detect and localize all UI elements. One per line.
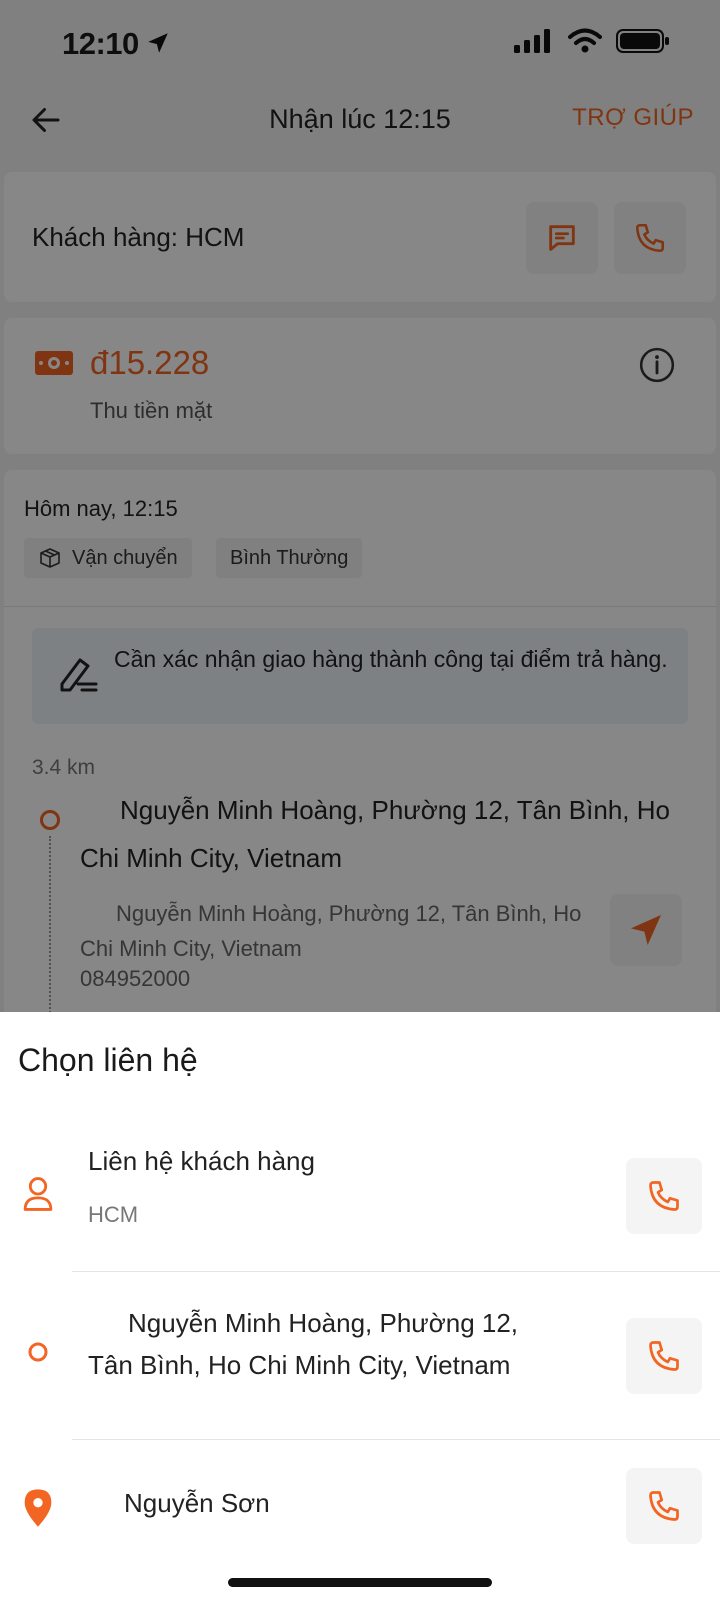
contact-name: Nguyễn Sơn [124,1488,270,1518]
contact-row-dropoff[interactable]: Nguyễn Minh Hoàng, Phường 12, Tân Bình, … [0,1274,720,1440]
call-button[interactable] [626,1468,702,1544]
contact-name: Liên hệ khách hàng [88,1146,315,1176]
row-divider [72,1439,720,1440]
user-icon [23,1177,53,1211]
phone-icon [649,1341,679,1371]
contact-name: Nguyễn Minh Hoàng, Phường 12, Tân Bình, … [88,1308,519,1380]
call-button[interactable] [626,1318,702,1394]
phone-icon [649,1491,679,1521]
contact-sheet: Chọn liên hệ Liên hệ khách hàng HCM Nguy… [0,1012,720,1600]
row-divider [72,1271,720,1272]
phone-icon [649,1181,679,1211]
sheet-title: Chọn liên hệ [18,1042,198,1078]
home-indicator[interactable] [228,1578,492,1587]
contact-row-customer[interactable]: Liên hệ khách hàng HCM [0,1120,720,1272]
circle-icon [28,1342,48,1362]
call-button[interactable] [626,1158,702,1234]
contact-sub: HCM [88,1202,139,1227]
contact-row-recipient[interactable]: Nguyễn Sơn [0,1442,720,1572]
location-pin-icon [24,1489,52,1527]
